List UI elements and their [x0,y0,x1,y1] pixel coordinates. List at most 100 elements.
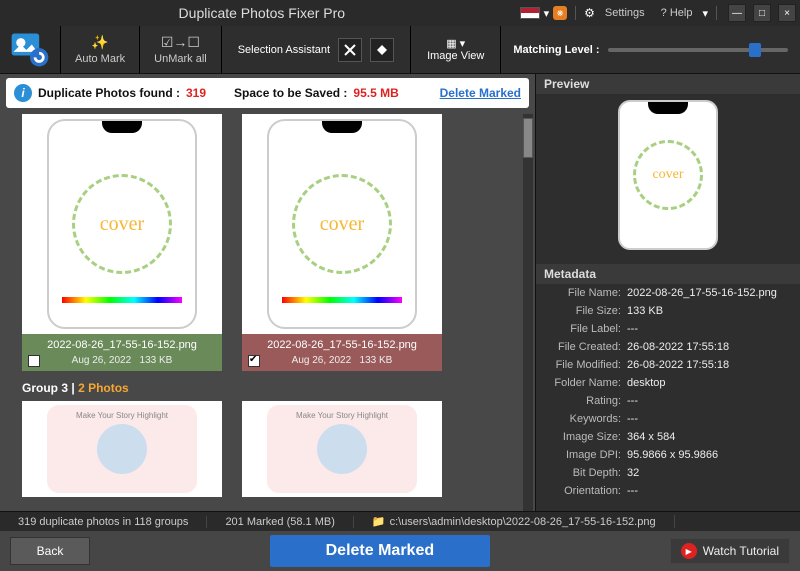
titlebar-right: ▾ ❋ ⚙ Settings ? Help ▾ — □ × [520,4,796,22]
minimize-button[interactable]: — [728,4,746,22]
language-flag-icon[interactable] [520,7,540,19]
selection-assistant-label: Selection Assistant [238,44,330,56]
meta-key: File Name: [542,287,627,299]
status-path-cell: 📁 c:\users\admin\desktop\2022-08-26_17-5… [354,515,675,528]
meta-val: --- [627,323,638,335]
selection-assistant-group: Selection Assistant [222,26,410,73]
watch-tutorial-label: Watch Tutorial [703,544,779,558]
meta-val: 26-08-2022 17:55:18 [627,341,729,353]
space-value: 95.5 MB [353,86,398,100]
unmark-all-label: UnMark all [154,53,207,65]
meta-val: 26-08-2022 17:55:18 [627,359,729,371]
help-dropdown-icon[interactable]: ▾ [702,7,708,20]
side-panel: Preview cover Metadata File Name:2022-08… [535,74,800,511]
unmark-all-button[interactable]: ☑→☐ UnMark all [140,26,221,73]
status-path: c:\users\admin\desktop\2022-08-26_17-55-… [390,516,656,528]
meta-val: 32 [627,467,639,479]
photo-filename: 2022-08-26_17-55-16-152.png [47,339,197,351]
meta-val: desktop [627,377,666,389]
group-count: 2 Photos [78,381,129,395]
photo-card[interactable]: Make Your Story Highlight [242,401,442,497]
meta-val: 95.9866 x 95.9866 [627,449,718,461]
photo-card[interactable]: cover 2022-08-26_17-55-16-152.png Aug 26… [242,114,442,371]
found-label: Duplicate Photos found : [38,86,180,100]
delete-marked-button[interactable]: Delete Marked [270,535,490,567]
scrollbar-thumb[interactable] [523,118,533,158]
maximize-button[interactable]: □ [753,4,771,22]
notification-badge[interactable]: ❋ [553,6,567,20]
settings-button[interactable]: Settings [599,5,651,21]
meta-val: --- [627,413,638,425]
meta-val: 2022-08-26_17-55-16-152.png [627,287,777,299]
watch-tutorial-button[interactable]: ▶ Watch Tutorial [670,538,790,564]
photo-meta: 2022-08-26_17-55-16-152.png Aug 26, 2022… [242,334,442,371]
status-count: 319 duplicate photos in 118 groups [0,516,207,528]
meta-val: 133 KB [627,305,663,317]
uncheck-icon: ☑→☐ [161,34,200,51]
footer-bar: Back Delete Marked ▶ Watch Tutorial [0,531,800,571]
group-label: Group 3 [22,381,68,395]
photo-date: Aug 26, 2022 [72,355,132,366]
app-logo [0,26,60,73]
slider-thumb[interactable] [749,43,761,57]
photo-thumbnail[interactable]: cover [242,114,442,334]
meta-key: File Label: [542,323,627,335]
meta-key: File Modified: [542,359,627,371]
select-checkbox[interactable] [28,355,40,367]
scrollbar[interactable] [523,114,533,511]
image-view-button[interactable]: ▦ ▾ Image View [411,26,500,73]
status-bar: 319 duplicate photos in 118 groups 201 M… [0,511,800,531]
gear-icon: ⚙ [584,6,595,20]
photo-meta: 2022-08-26_17-55-16-152.png Aug 26, 2022… [22,334,222,371]
matching-level-label: Matching Level : [513,44,599,56]
close-button[interactable]: × [778,4,796,22]
meta-key: File Created: [542,341,627,353]
image-view-label: Image View [427,50,484,62]
meta-key: Image DPI: [542,449,627,461]
metadata-header: Metadata [536,264,800,284]
found-count: 319 [186,86,206,100]
selection-assistant-btn1[interactable] [338,38,362,62]
photo-card[interactable]: Make Your Story Highlight [22,401,222,497]
stats-bar: i Duplicate Photos found : 319 Space to … [6,78,529,108]
delete-marked-link[interactable]: Delete Marked [440,86,521,100]
meta-val: --- [627,485,638,497]
meta-key: Image Size: [542,431,627,443]
photo-thumbnail[interactable]: cover [22,114,222,334]
status-marked: 201 Marked (58.1 MB) [207,516,353,528]
title-bar: Duplicate Photos Fixer Pro ▾ ❋ ⚙ Setting… [0,0,800,26]
photo-date: Aug 26, 2022 [292,355,352,366]
matching-level-control: Matching Level : [501,26,800,73]
photo-thumbnail[interactable]: Make Your Story Highlight [242,401,442,497]
grid-icon: ▦ ▾ [446,37,465,50]
thumb-text: cover [72,174,172,274]
auto-mark-button[interactable]: ✨ Auto Mark [61,26,139,73]
language-dropdown-icon[interactable]: ▾ [544,7,550,20]
photo-thumbnail[interactable]: Make Your Story Highlight [22,401,222,497]
meta-key: Rating: [542,395,627,407]
play-icon: ▶ [681,543,697,559]
back-button[interactable]: Back [10,537,90,565]
meta-key: Keywords: [542,413,627,425]
wand-icon: ✨ [91,34,108,51]
folder-icon: 📁 [372,515,386,528]
help-button[interactable]: ? Help [655,5,699,21]
group-header: Group 3 | 2 Photos [22,381,527,395]
auto-mark-label: Auto Mark [75,53,125,65]
preview-box: cover [536,94,800,264]
card-row: Make Your Story Highlight Make Your Stor… [22,401,527,497]
meta-key: File Size: [542,305,627,317]
thumb-text: Make Your Story Highlight [76,411,168,420]
select-checkbox[interactable] [248,355,260,367]
preview-header: Preview [536,74,800,94]
selection-assistant-btn2[interactable] [370,38,394,62]
photo-card[interactable]: cover 2022-08-26_17-55-16-152.png Aug 26… [22,114,222,371]
matching-level-slider[interactable] [608,48,788,52]
meta-key: Orientation: [542,485,627,497]
meta-val: 364 x 584 [627,431,675,443]
card-row: cover 2022-08-26_17-55-16-152.png Aug 26… [22,114,527,371]
preview-image[interactable]: cover [618,100,718,250]
meta-key: Folder Name: [542,377,627,389]
results-panel: i Duplicate Photos found : 319 Space to … [0,74,535,511]
photo-size: 133 KB [140,355,173,366]
